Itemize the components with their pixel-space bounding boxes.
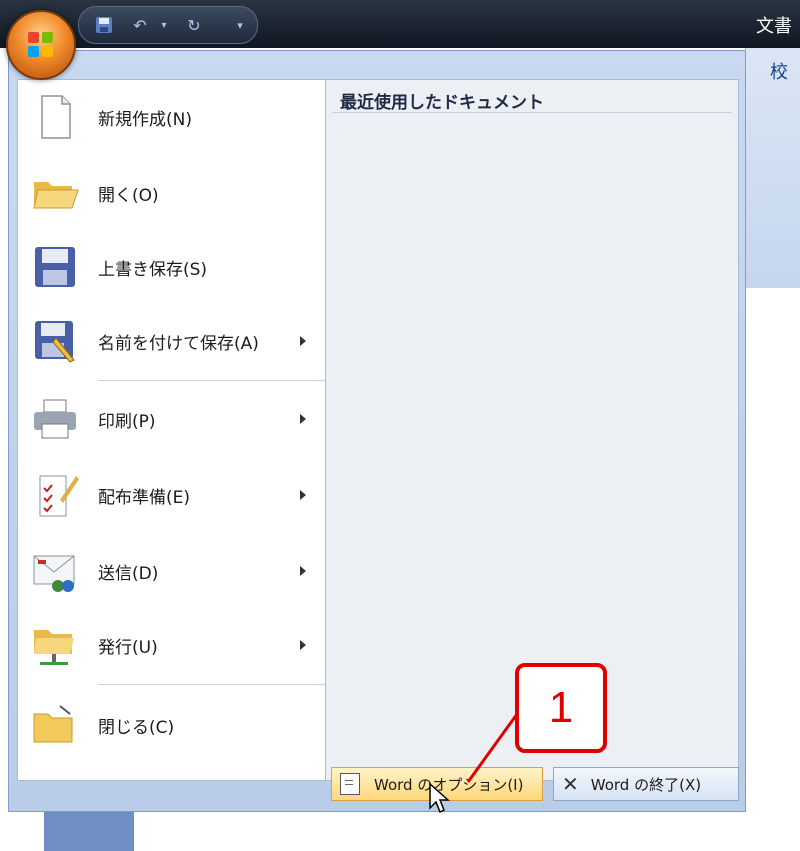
office-logo-icon: [28, 32, 54, 58]
callout-pointer: [466, 709, 522, 783]
mouse-pointer-icon: [429, 782, 450, 814]
step-callout: 1: [515, 663, 607, 753]
office-button[interactable]: [6, 10, 76, 80]
